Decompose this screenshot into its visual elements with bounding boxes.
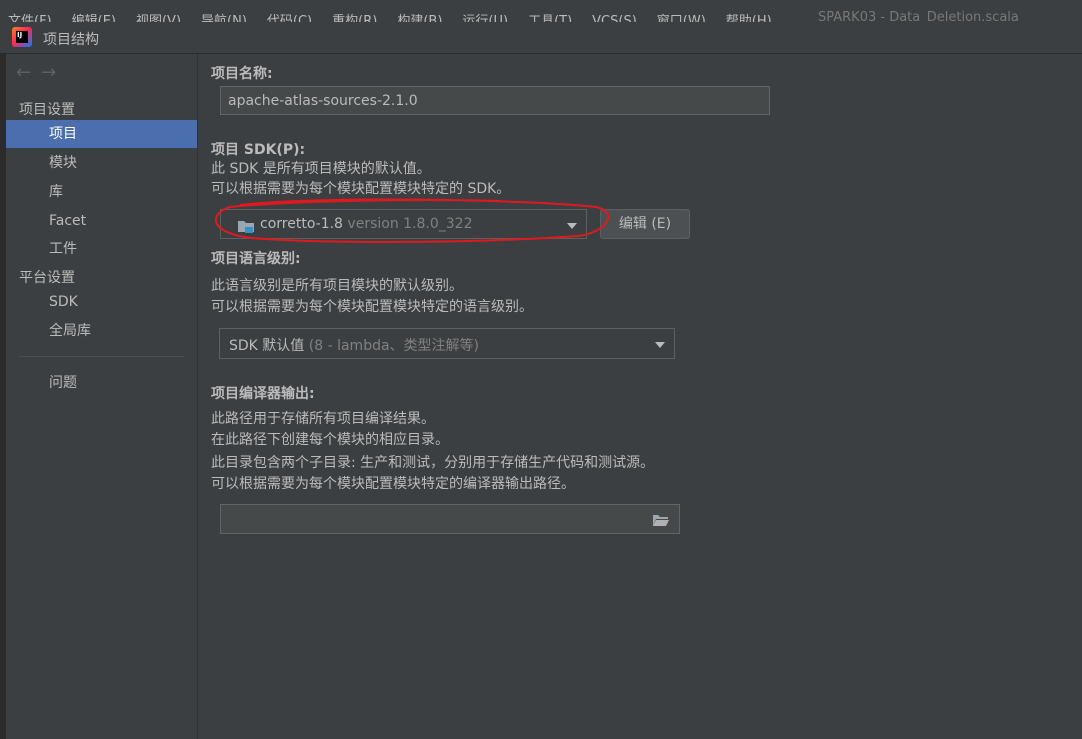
sdk-dropdown[interactable]: corretto-1.8 version 1.8.0_322 — [220, 209, 587, 239]
language-level-desc-2: 可以根据需要为每个模块配置模块特定的语言级别。 — [211, 299, 533, 315]
language-level-desc-1: 此语言级别是所有项目模块的默认级别。 — [211, 278, 463, 294]
project-sdk-desc-2: 可以根据需要为每个模块配置模块特定的 SDK。 — [211, 181, 511, 197]
compiler-output-desc-4: 可以根据需要为每个模块配置模块特定的编译器输出路径。 — [211, 476, 575, 492]
language-level-label: 项目语言级别: — [211, 251, 301, 267]
window-filename: SPARK03 - Data_Deletion.scala — [818, 10, 1019, 22]
menu-file[interactable]: 文件(F) — [8, 14, 52, 22]
project-name-input[interactable]: apache-atlas-sources-2.1.0 — [220, 86, 770, 115]
menu-edit[interactable]: 编辑(E) — [72, 14, 116, 22]
intellij-logo-icon: IJ — [12, 27, 32, 47]
sidebar-item-project[interactable]: 项目 — [6, 120, 197, 148]
chevron-down-icon — [567, 223, 577, 229]
project-sdk-label: 项目 SDK(P): — [211, 142, 306, 158]
nav-arrows: ← → — [16, 62, 66, 83]
sidebar-item-global-libraries[interactable]: 全局库 — [6, 317, 197, 345]
menu-view[interactable]: 视图(V) — [136, 14, 181, 22]
sidebar-item-artifacts[interactable]: 工件 — [6, 235, 197, 263]
chevron-down-icon — [655, 342, 665, 348]
menu-refactor[interactable]: 重构(R) — [332, 14, 377, 22]
back-arrow-icon[interactable]: ← — [16, 62, 31, 83]
menu-items: 文件(F) 编辑(E) 视图(V) 导航(N) 代码(C) 重构(R) 构建(B) 运行(U)… — [8, 10, 792, 22]
project-name-value: apache-atlas-sources-2.1.0 — [228, 93, 418, 109]
menu-build[interactable]: 构建(B) — [397, 14, 442, 22]
sdk-folder-icon — [237, 218, 255, 238]
sdk-version: version 1.8.0_322 — [347, 216, 473, 232]
section-platform-settings: 平台设置 — [19, 270, 75, 286]
compiler-output-input[interactable] — [220, 504, 680, 534]
main-panel: 项目名称: apache-atlas-sources-2.1.0 项目 SDK(… — [198, 54, 1082, 739]
sidebar: ← → 项目设置 项目 模块 库 Facet 工件 平台设置 SDK 全局库 问题 — [6, 54, 198, 739]
sidebar-item-modules[interactable]: 模块 — [6, 149, 197, 177]
language-level-detail: (8 - lambda、类型注解等) — [308, 338, 480, 354]
compiler-output-label: 项目编译器输出: — [211, 386, 315, 402]
sidebar-divider — [19, 356, 184, 357]
menu-bar: 文件(F) 编辑(E) 视图(V) 导航(N) 代码(C) 重构(R) 构建(B) 运行(U)… — [0, 0, 1082, 22]
compiler-output-desc-1: 此路径用于存储所有项目编译结果。 — [211, 411, 435, 427]
sidebar-item-problems[interactable]: 问题 — [6, 369, 197, 397]
section-project-settings: 项目设置 — [19, 102, 75, 118]
compiler-output-desc-2: 在此路径下创建每个模块的相应目录。 — [211, 432, 449, 448]
dialog-titlebar: IJ 项目结构 — [0, 22, 1082, 54]
folder-open-icon[interactable] — [652, 513, 670, 531]
menu-run[interactable]: 运行(U) — [462, 14, 508, 22]
menu-vcs[interactable]: VCS(S) — [592, 14, 637, 22]
project-name-label: 项目名称: — [211, 66, 273, 82]
sidebar-item-libraries[interactable]: 库 — [6, 178, 197, 206]
menu-tools[interactable]: 工具(T) — [528, 14, 572, 22]
sdk-name: corretto-1.8 — [260, 216, 343, 232]
compiler-output-desc-3: 此目录包含两个子目录: 生产和测试，分别用于存储生产代码和测试源。 — [211, 455, 655, 471]
sidebar-item-sdks[interactable]: SDK — [6, 288, 197, 316]
menu-help[interactable]: 帮助(H) — [726, 14, 772, 22]
menu-code[interactable]: 代码(C) — [267, 14, 312, 22]
forward-arrow-icon[interactable]: → — [41, 62, 56, 83]
language-level-value: SDK 默认值 — [229, 338, 305, 354]
menu-window[interactable]: 窗口(W) — [657, 14, 706, 22]
dialog-title: 项目结构 — [43, 32, 99, 48]
language-level-dropdown[interactable]: SDK 默认值 (8 - lambda、类型注解等) — [219, 328, 675, 359]
menu-navigate[interactable]: 导航(N) — [201, 14, 247, 22]
project-sdk-desc-1: 此 SDK 是所有项目模块的默认值。 — [211, 161, 431, 177]
edit-sdk-button[interactable]: 编辑 (E) — [600, 209, 690, 239]
sidebar-item-facets[interactable]: Facet — [6, 207, 197, 235]
